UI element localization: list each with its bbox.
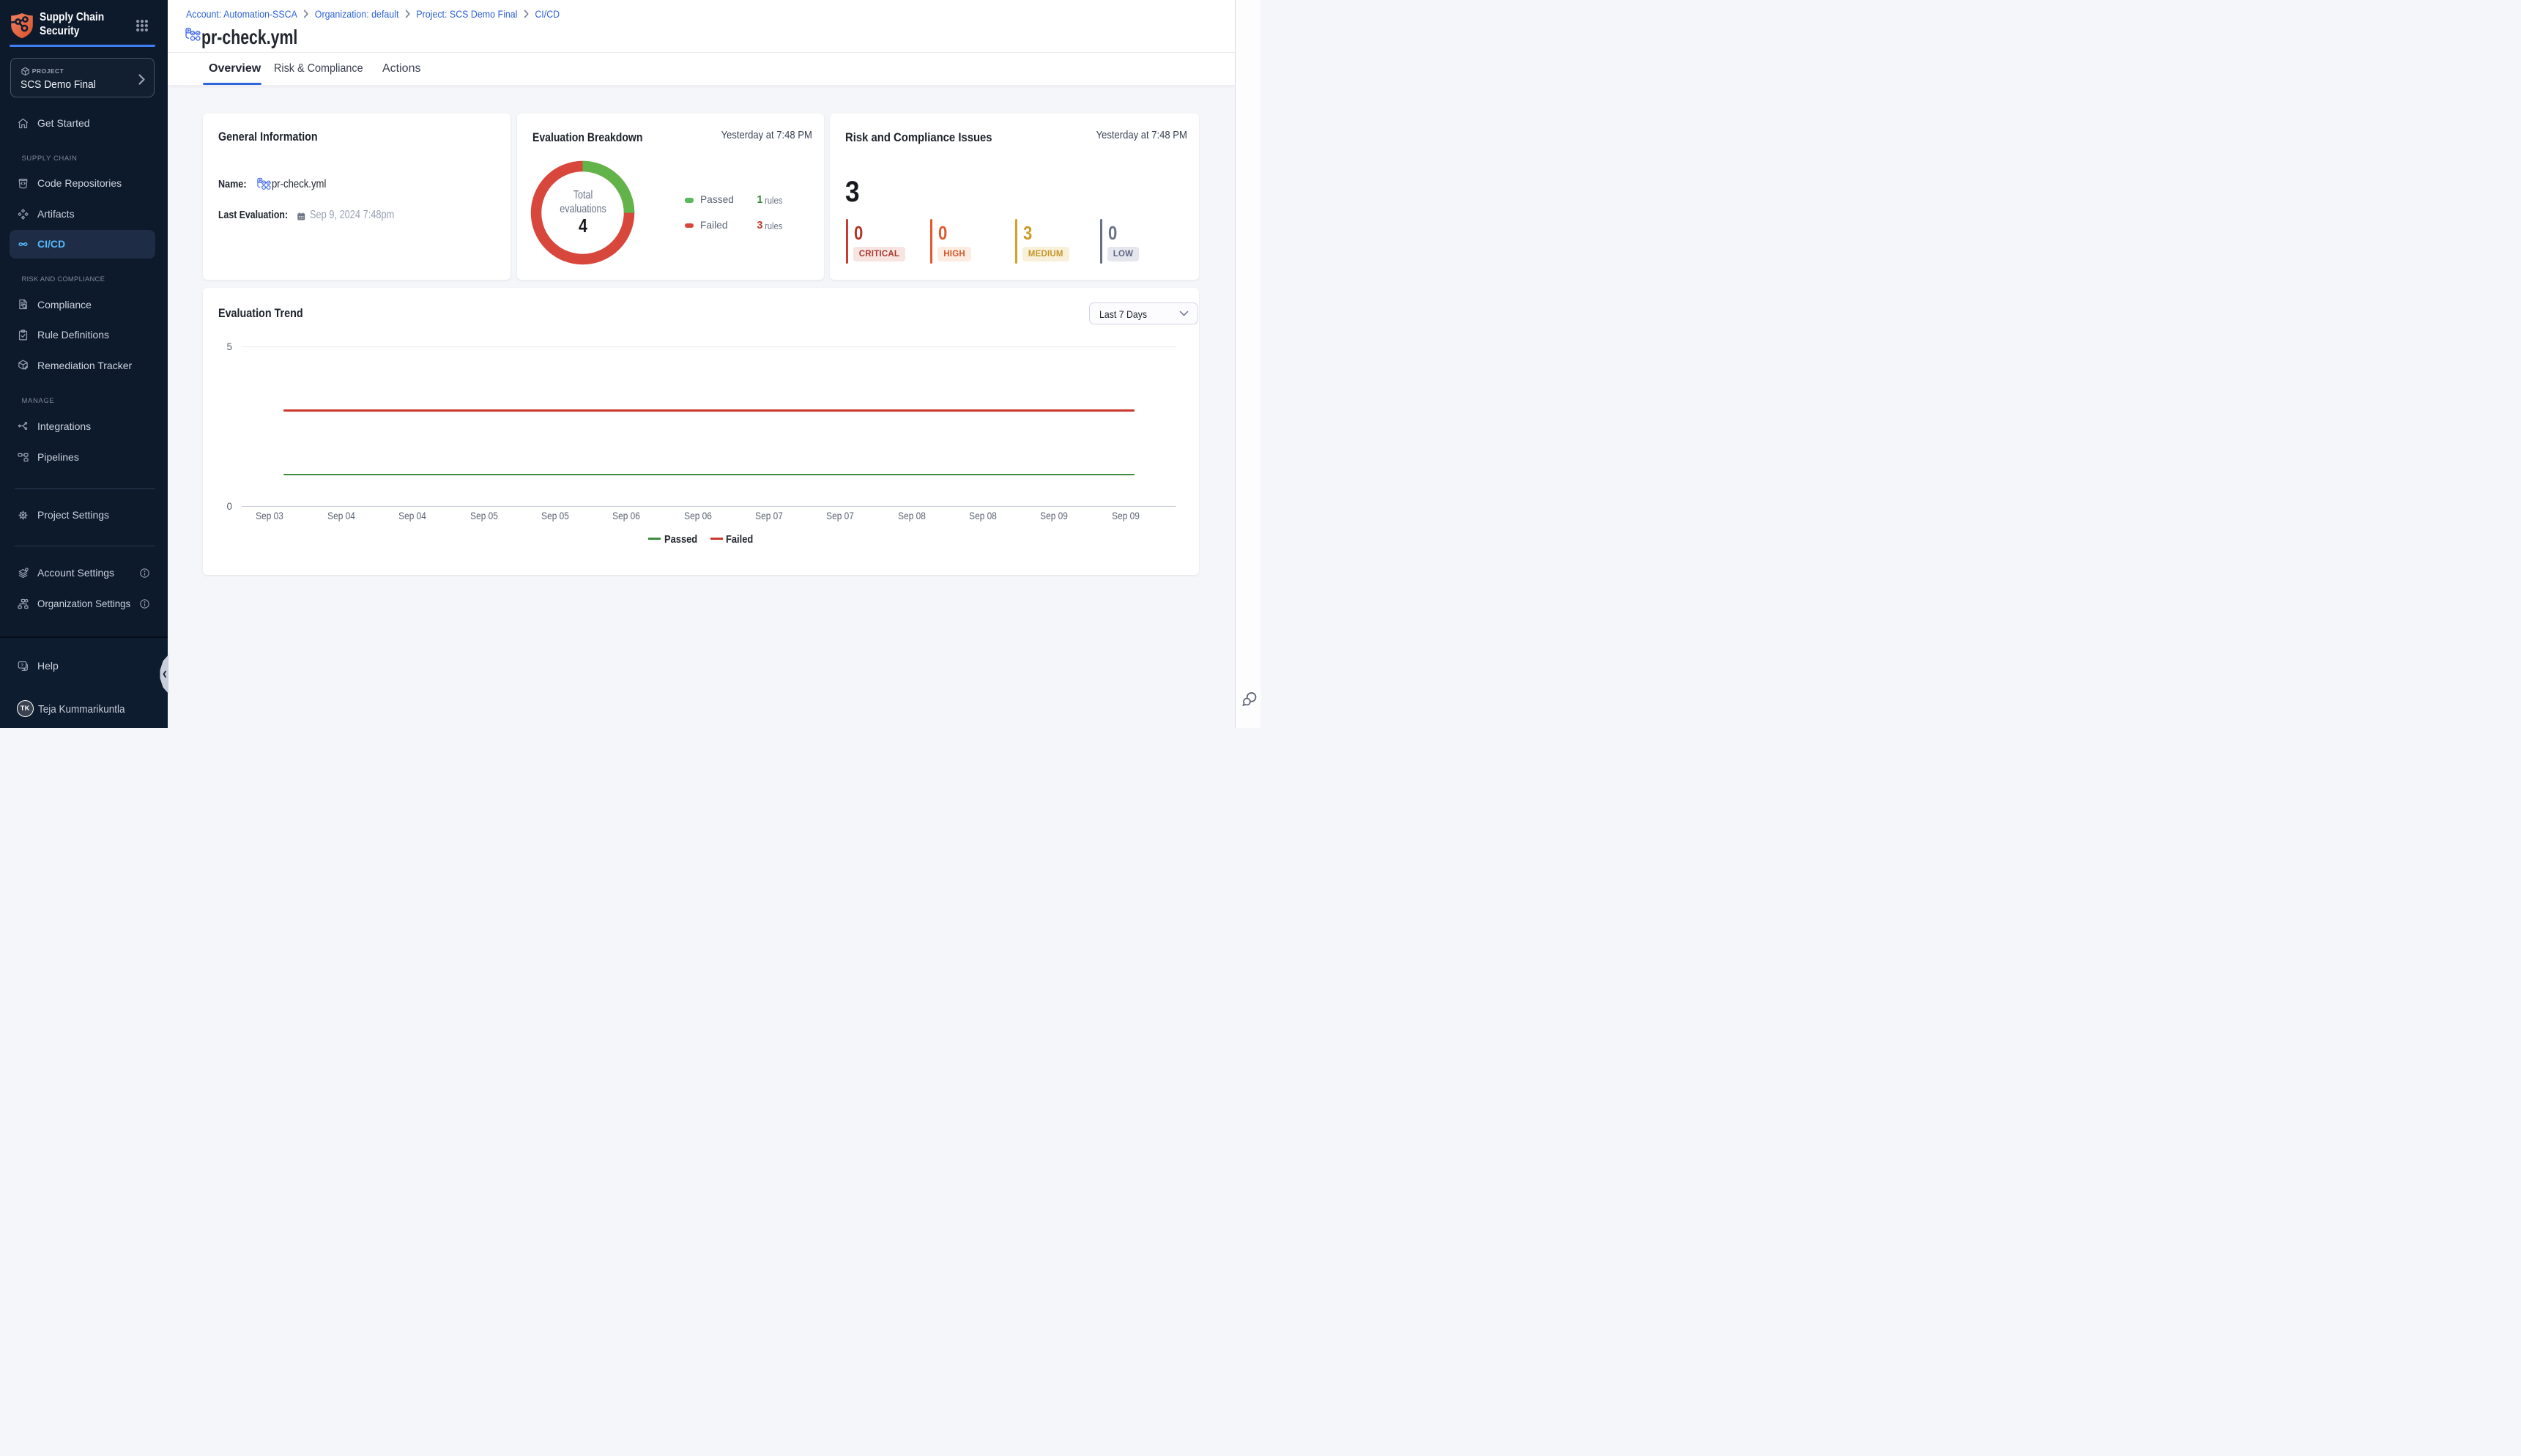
svg-text:?: ?	[21, 663, 23, 668]
